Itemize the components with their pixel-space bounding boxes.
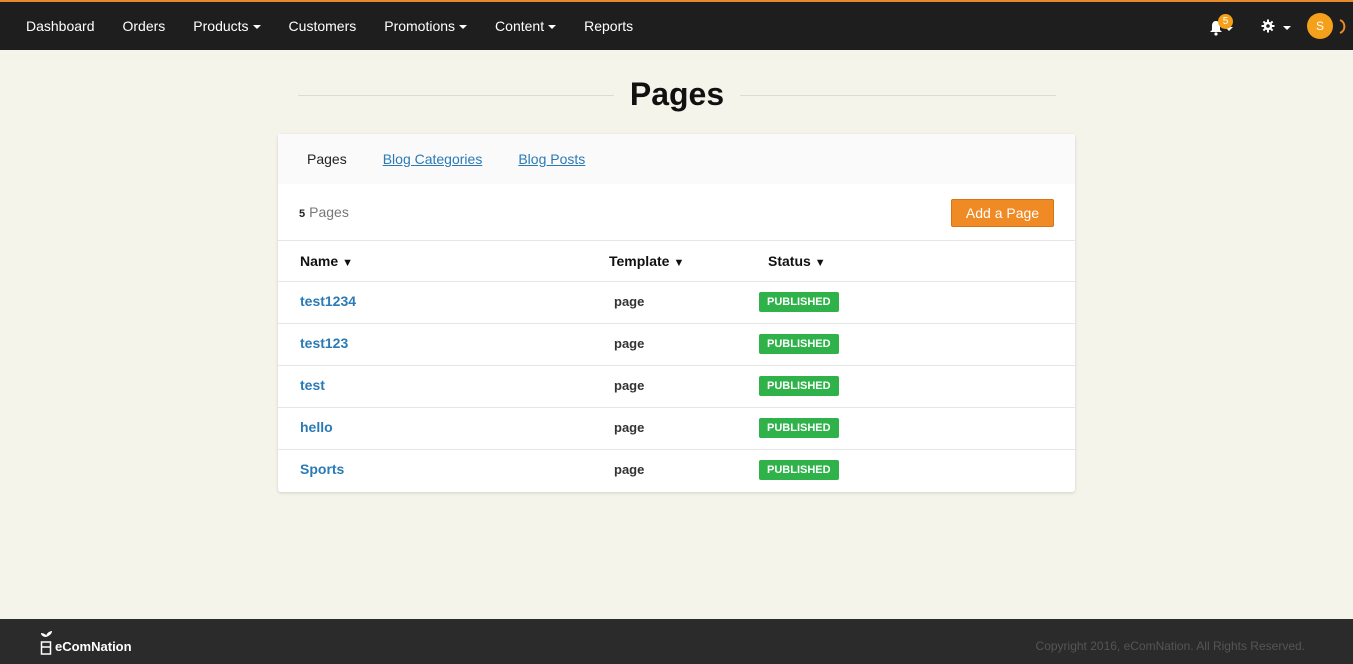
page-name-link[interactable]: test1234 [300,293,356,309]
nav-right-tools: 5 S [1209,2,1353,50]
nav-item-content[interactable]: Content [495,18,557,34]
nav-item-promotions[interactable]: Promotions [384,18,468,34]
nav-item-reports[interactable]: Reports [584,18,633,34]
list-toolbar: 5 Pages Add a Page [278,184,1075,241]
status-badge: PUBLISHED [759,292,839,312]
table-row: test1234 page PUBLISHED [278,282,1075,324]
nav-item-orders[interactable]: Orders [123,18,166,34]
page-count-number: 5 [299,208,306,220]
notifications-button[interactable]: 5 [1209,11,1239,41]
status-badge: PUBLISHED [759,334,839,354]
sprout-logo-icon [40,631,52,655]
table-body: test1234 page PUBLISHED test123 page PUB… [278,282,1075,491]
page-title: Pages [298,72,1056,116]
table-row: hello page PUBLISHED [278,408,1075,450]
add-page-button[interactable]: Add a Page [951,199,1054,227]
page-name-link[interactable]: Sports [300,461,344,477]
nav-item-label: Reports [584,18,634,34]
user-avatar[interactable]: S [1307,13,1333,39]
nav-item-dashboard[interactable]: Dashboard [26,18,95,34]
gear-icon [1261,19,1275,33]
footer-logo[interactable]: eComNation [40,629,132,655]
main-nav: Dashboard Orders Products Customers Prom… [26,2,661,50]
caret-down-icon [548,25,557,29]
tab-pages[interactable]: Pages [307,151,347,167]
page-count-label: Pages [309,204,349,220]
notification-count-badge: 5 [1218,14,1233,29]
table-header: Name ▼ Template ▼ Status ▼ [278,241,1075,282]
status-badge: PUBLISHED [759,460,839,480]
nav-item-label: Dashboard [26,18,95,34]
sort-arrow-icon: ▼ [342,257,354,269]
nav-item-label: Promotions [384,18,456,34]
spinner-icon [1339,19,1346,34]
brand-name: eComNation [55,639,132,654]
page-template: page [614,420,645,435]
page-template: page [614,294,645,309]
tab-blog-categories[interactable]: Blog Categories [383,151,483,167]
settings-button[interactable] [1261,19,1291,33]
page-name-link[interactable]: hello [300,419,333,435]
sort-arrow-icon: ▼ [673,257,685,269]
table-row: Sports page PUBLISHED [278,450,1075,491]
page-name-link[interactable]: test [300,377,325,393]
copyright-text: Copyright 2016, eComNation. All Rights R… [1035,639,1305,653]
page-template: page [614,462,645,477]
nav-item-customers[interactable]: Customers [289,18,357,34]
nav-item-label: Customers [288,18,357,34]
table-row: test page PUBLISHED [278,366,1075,408]
caret-down-icon [1283,25,1291,30]
caret-down-icon [252,25,261,29]
page-count: 5 Pages [299,204,349,220]
page-template: page [614,336,645,351]
content-tabs: Pages Blog Categories Blog Posts [278,134,1075,184]
footer: eComNation Copyright 2016, eComNation. A… [0,619,1353,664]
table-row: test123 page PUBLISHED [278,324,1075,366]
page-name-link[interactable]: test123 [300,335,348,351]
nav-item-label: Products [193,18,249,34]
status-badge: PUBLISHED [759,418,839,438]
nav-item-products[interactable]: Products [193,18,261,34]
column-header-name[interactable]: Name ▼ [300,253,353,269]
tab-blog-posts[interactable]: Blog Posts [518,151,585,167]
pages-card: Pages Blog Categories Blog Posts 5 Pages … [278,134,1075,492]
column-header-status[interactable]: Status ▼ [768,253,826,269]
column-header-template[interactable]: Template ▼ [609,253,684,269]
nav-item-label: Content [495,18,545,34]
sort-arrow-icon: ▼ [814,257,826,269]
status-badge: PUBLISHED [759,376,839,396]
top-navbar: Dashboard Orders Products Customers Prom… [0,0,1353,50]
nav-item-label: Orders [122,18,166,34]
page-heading: Pages [298,72,1056,116]
page-template: page [614,378,645,393]
caret-down-icon [459,25,468,29]
